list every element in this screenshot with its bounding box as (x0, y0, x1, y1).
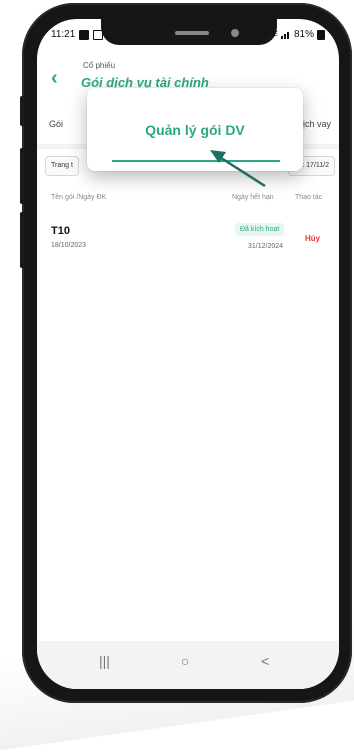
tab-loan[interactable]: ịch vay (303, 119, 331, 129)
status-time: 11:21 (51, 29, 76, 40)
cancel-button[interactable]: Hủy (305, 234, 320, 243)
signal-icon (280, 31, 289, 39)
battery-percent: 81% (293, 29, 314, 40)
volte-icon: VoLTE (260, 31, 278, 38)
back-arrow-icon[interactable]: ‹ (51, 67, 58, 90)
notch (101, 19, 277, 45)
recent-apps-icon[interactable]: ||| (99, 653, 110, 669)
package-name: T10 (51, 225, 70, 237)
side-button-volume-up (20, 148, 25, 204)
header-subtitle: Cổ phiếu (83, 61, 116, 70)
status-filter[interactable]: Trang t (45, 156, 79, 176)
image-icon (79, 29, 90, 40)
expiry-date: 31/12/2024 (248, 243, 284, 250)
status-badge: Đã kích hoạt (235, 223, 285, 236)
home-icon[interactable]: ○ (181, 653, 189, 669)
camera (231, 29, 239, 37)
header-name-date: Tên gói /Ngày ĐK (51, 194, 107, 201)
header-actions: Thao tác (295, 194, 323, 201)
status-bar-right: VoLTE 81% (260, 29, 325, 40)
callout-box: Quản lý gói DV (87, 88, 303, 171)
header-expiry: Ngày hết hạn (232, 194, 274, 201)
table-row: T10 18/10/2023 Đã kích hoạt 31/12/2024 H… (37, 221, 339, 263)
speaker (175, 31, 209, 35)
registration-date: 18/10/2023 (51, 242, 87, 249)
battery-icon (317, 29, 325, 40)
callout-label: Quản lý gói DV (145, 122, 245, 138)
android-nav-bar: ||| ○ < (37, 641, 339, 689)
side-button-volume-down (20, 212, 25, 268)
callout-underline (112, 160, 280, 162)
tab-packages[interactable]: Gói (49, 119, 63, 129)
side-button-top (20, 96, 25, 126)
back-nav-icon[interactable]: < (261, 653, 269, 669)
status-bar-left: 11:21 (51, 29, 104, 40)
